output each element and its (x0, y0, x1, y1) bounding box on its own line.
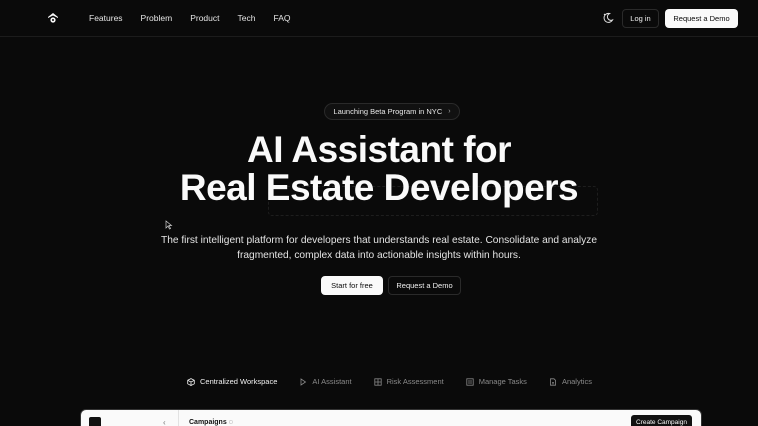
hero-subtitle: The first intelligent platform for devel… (160, 235, 598, 261)
nav-link-tech[interactable]: Tech (238, 13, 256, 23)
headline-line-2: Real Estate Developers (179, 167, 579, 208)
cube-icon (187, 377, 195, 386)
tab-label: Risk Assessment (386, 377, 444, 386)
tab-label: Manage Tasks (478, 377, 527, 386)
play-icon (301, 377, 307, 386)
campaigns-title-suffix: ◌ (228, 419, 233, 426)
top-navbar: Features Problem Product Tech FAQ Log in… (0, 0, 758, 37)
tab-analytics[interactable]: Analytics (549, 377, 592, 386)
sidebar-divider (178, 410, 179, 426)
login-button[interactable]: Log in (622, 9, 659, 28)
tab-centralized-workspace[interactable]: Centralized Workspace (187, 377, 277, 386)
tab-risk-assessment[interactable]: Risk Assessment (373, 377, 444, 386)
product-preview-window: ‹ Campaigns ◌ Create Campaign (80, 409, 702, 426)
nav-link-features[interactable]: Features (89, 13, 123, 23)
tab-manage-tasks[interactable]: Manage Tasks (466, 377, 527, 386)
headline-line-1: AI Assistant for (246, 129, 512, 170)
create-campaign-button[interactable]: Create Campaign (631, 415, 692, 426)
checklist-icon (466, 377, 474, 386)
grid-icon (373, 377, 382, 386)
preview-logo-icon (89, 417, 101, 426)
beta-announcement-badge[interactable]: Launching Beta Program in NYC › (324, 103, 460, 120)
chevron-right-icon: › (448, 108, 451, 115)
request-demo-nav-button[interactable]: Request a Demo (665, 9, 738, 28)
tab-label: Analytics (561, 377, 592, 386)
chevron-left-icon[interactable]: ‹ (163, 418, 166, 426)
mouse-cursor-icon (165, 220, 173, 230)
beta-badge-label: Launching Beta Program in NYC (333, 107, 443, 116)
document-icon (550, 377, 556, 386)
nav-link-problem[interactable]: Problem (141, 13, 173, 23)
campaigns-title-text: Campaigns (189, 419, 227, 426)
feature-tabs: Centralized Workspace AI Assistant Risk … (187, 377, 614, 386)
tab-ai-assistant[interactable]: AI Assistant (299, 377, 352, 386)
campaigns-title: Campaigns ◌ (189, 419, 233, 426)
nav-link-product[interactable]: Product (190, 13, 219, 23)
start-for-free-button[interactable]: Start for free (321, 276, 383, 295)
tab-label: Centralized Workspace (200, 377, 278, 386)
nav-links: Features Problem Product Tech FAQ (89, 13, 308, 23)
tab-label: AI Assistant (312, 377, 352, 386)
request-demo-hero-button[interactable]: Request a Demo (388, 276, 461, 295)
moon-icon[interactable] (601, 11, 615, 25)
logo-icon[interactable] (46, 11, 60, 25)
nav-link-faq[interactable]: FAQ (273, 13, 290, 23)
hero-headline: AI Assistant for Real Estate Developers (0, 131, 758, 207)
